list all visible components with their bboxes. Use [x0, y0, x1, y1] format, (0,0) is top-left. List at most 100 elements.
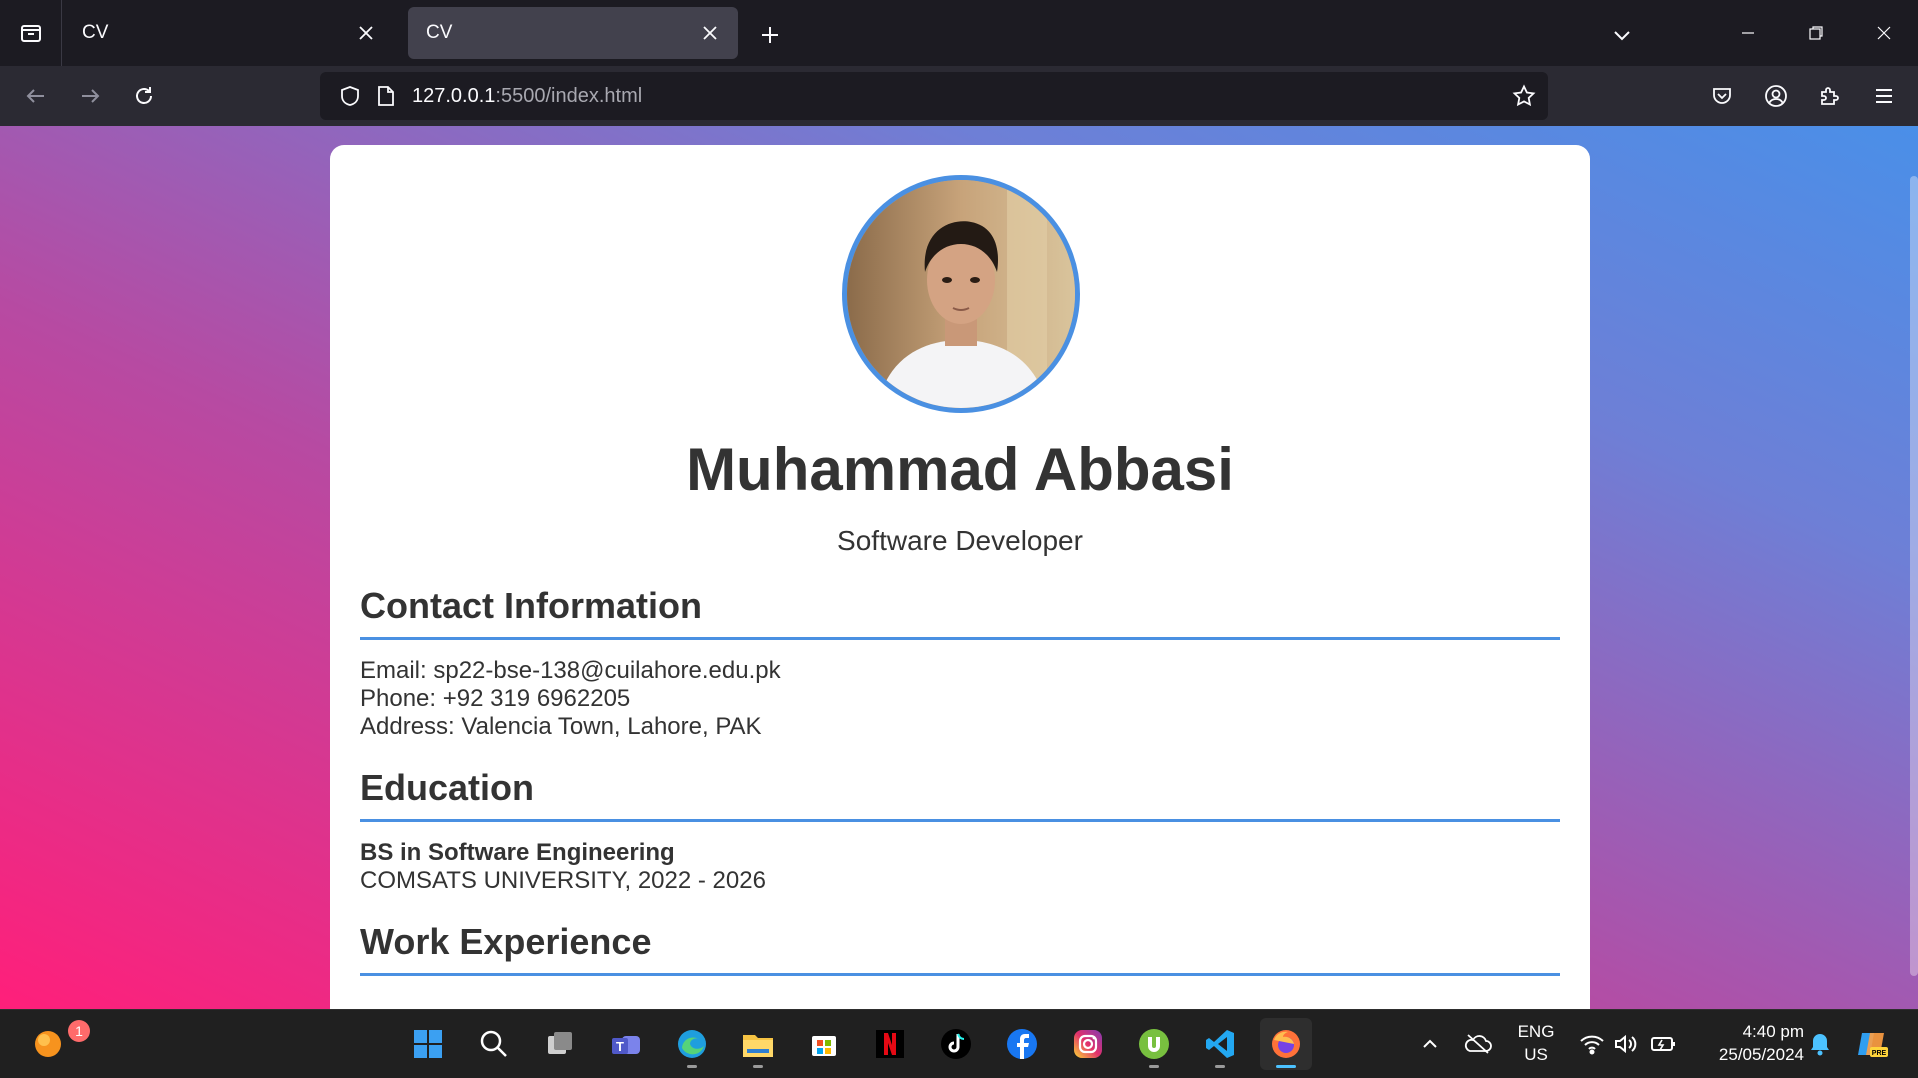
reload-icon: [136, 87, 152, 104]
firefox-view-button[interactable]: [0, 0, 62, 66]
clock-time: 4:40 pm: [1742, 1022, 1804, 1041]
language-code: ENG: [1517, 1022, 1555, 1041]
copilot-button[interactable]: PRE: [1856, 1028, 1888, 1060]
firefox-icon: [1272, 1030, 1300, 1058]
task-view-button[interactable]: [534, 1018, 586, 1070]
puzzle-icon: [1821, 87, 1839, 105]
language-indicator[interactable]: ENG US: [1512, 1020, 1560, 1066]
vscode-icon: [1206, 1030, 1234, 1058]
restore-icon: [1809, 26, 1823, 40]
address-bar[interactable]: 127.0.0.1:5500/index.html: [320, 72, 1548, 120]
firefox-view-icon: [20, 25, 41, 42]
running-indicator: [753, 1065, 763, 1068]
site-info-icon[interactable]: [368, 85, 404, 107]
tracking-protection-icon[interactable]: [332, 85, 368, 107]
contact-address: Address: Valencia Town, Lahore, PAK: [360, 713, 762, 740]
close-tab-button[interactable]: [352, 19, 380, 47]
account-button[interactable]: [1756, 76, 1796, 116]
weather-widget-icon: [35, 1031, 61, 1057]
start-button[interactable]: [402, 1018, 454, 1070]
utorrent-button[interactable]: [1128, 1018, 1180, 1070]
window-close-button[interactable]: [1856, 10, 1912, 56]
close-icon: [703, 26, 717, 40]
close-icon: [1877, 26, 1891, 40]
facebook-icon: [1007, 1029, 1037, 1059]
region-code: US: [1524, 1045, 1548, 1064]
page-scrollbar[interactable]: [1910, 176, 1918, 976]
back-button[interactable]: [16, 76, 56, 116]
work-experience-section-title: Work Experience: [360, 921, 1560, 976]
tab-cv-2-active[interactable]: CV: [408, 7, 738, 59]
teams-button[interactable]: T: [600, 1018, 652, 1070]
extensions-button[interactable]: [1810, 76, 1850, 116]
contact-section-title: Contact Information: [360, 585, 1560, 640]
windows-taskbar: 1 T ENG US 4:40 pm 25/05/2024 PRE: [0, 1009, 1918, 1078]
vscode-button[interactable]: [1194, 1018, 1246, 1070]
instagram-button[interactable]: [1062, 1018, 1114, 1070]
clock[interactable]: 4:40 pm 25/05/2024: [1694, 1020, 1804, 1066]
facebook-button[interactable]: [996, 1018, 1048, 1070]
battery-charging-icon: [1651, 1037, 1675, 1051]
plus-icon: [762, 27, 778, 43]
copilot-icon: PRE: [1858, 1033, 1888, 1057]
education-section-title: Education: [360, 767, 1560, 822]
shield-icon: [341, 86, 359, 106]
tiktok-button[interactable]: [930, 1018, 982, 1070]
wifi-button[interactable]: [1576, 1028, 1608, 1060]
minimize-button[interactable]: [1720, 10, 1776, 56]
tab-bar: CV CV: [0, 0, 1918, 66]
netflix-button[interactable]: [864, 1018, 916, 1070]
notifications-button[interactable]: [1804, 1028, 1836, 1060]
microsoft-store-button[interactable]: [798, 1018, 850, 1070]
netflix-icon: [876, 1030, 904, 1058]
volume-button[interactable]: [1610, 1028, 1642, 1060]
onedrive-offline-icon: [1464, 1034, 1492, 1054]
hamburger-menu-icon: [1876, 89, 1892, 103]
url-text[interactable]: 127.0.0.1:5500/index.html: [412, 85, 1500, 108]
url-path: :5500/index.html: [495, 84, 643, 107]
edge-button[interactable]: [666, 1018, 718, 1070]
notification-badge: 1: [68, 1020, 90, 1042]
profile-photo-image: [847, 180, 1075, 408]
tab-cv-1[interactable]: CV: [64, 7, 394, 59]
show-hidden-icons-button[interactable]: [1414, 1028, 1446, 1060]
reload-button[interactable]: [124, 76, 164, 116]
list-all-tabs-button[interactable]: [1604, 17, 1640, 53]
battery-button[interactable]: [1648, 1028, 1680, 1060]
page-icon: [378, 86, 394, 106]
cv-card: Muhammad Abbasi Software Developer Conta…: [330, 145, 1590, 1009]
onedrive-button[interactable]: [1462, 1028, 1494, 1060]
firefox-button[interactable]: [1260, 1018, 1312, 1070]
forward-button[interactable]: [70, 76, 110, 116]
clock-date: 25/05/2024: [1718, 1045, 1804, 1064]
running-indicator: [1215, 1065, 1225, 1068]
close-tab-button[interactable]: [696, 19, 724, 47]
education-school: COMSATS UNIVERSITY, 2022 - 2026: [360, 867, 766, 894]
search-icon: [480, 1030, 507, 1057]
restore-button[interactable]: [1788, 10, 1844, 56]
education-degree: BS in Software Engineering: [360, 839, 675, 866]
minimize-icon: [1742, 32, 1754, 34]
search-button[interactable]: [468, 1018, 520, 1070]
running-indicator: [1149, 1065, 1159, 1068]
new-tab-button[interactable]: [752, 17, 788, 53]
page-viewport: Muhammad Abbasi Software Developer Conta…: [0, 126, 1918, 1009]
running-indicator: [687, 1065, 697, 1068]
utorrent-icon: [1139, 1029, 1169, 1059]
contact-email: Email: sp22-bse-138@cuilahore.edu.pk: [360, 657, 781, 684]
tab-title: CV: [82, 22, 109, 43]
task-view-icon: [548, 1032, 572, 1054]
wifi-icon: [1580, 1035, 1604, 1055]
chevron-up-icon: [1423, 1039, 1437, 1048]
edge-icon: [678, 1030, 706, 1058]
arrow-left-icon: [26, 89, 44, 103]
svg-text:T: T: [616, 1039, 624, 1054]
pocket-button[interactable]: [1702, 76, 1742, 116]
tab-title: CV: [426, 22, 453, 43]
app-menu-button[interactable]: [1864, 76, 1904, 116]
bookmark-button[interactable]: [1500, 84, 1548, 108]
person-role: Software Developer: [837, 525, 1083, 556]
person-name: Muhammad Abbasi: [686, 436, 1234, 503]
file-explorer-button[interactable]: [732, 1018, 784, 1070]
widgets-button[interactable]: 1: [22, 1018, 90, 1070]
